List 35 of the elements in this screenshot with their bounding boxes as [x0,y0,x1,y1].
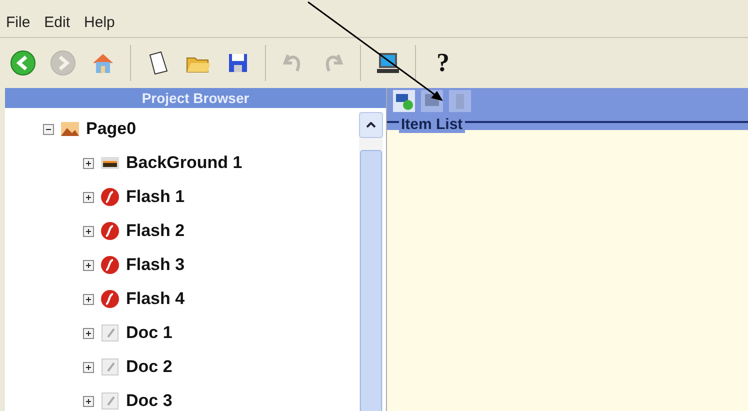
tree-item[interactable]: Flash 2 [126,218,185,244]
caret-icon [366,122,376,128]
menu-item[interactable]: Edit [44,12,70,37]
expand-toggle[interactable] [83,260,94,270]
document-icon [100,356,120,377]
tree-item[interactable]: Flash 1 [126,184,185,210]
group-title: Item List [399,116,465,133]
tree-item[interactable]: Doc 2 [126,354,172,380]
flash-icon [100,288,120,309]
tree-item[interactable]: Flash 4 [126,286,185,312]
scroll-thumb[interactable] [360,150,382,411]
flash-icon [100,254,120,275]
panel-title: Project Browser [5,88,386,108]
flash-icon [100,220,120,241]
expand-toggle[interactable] [83,294,94,304]
tree-item[interactable]: Flash 3 [126,252,185,278]
expand-toggle[interactable] [83,396,94,406]
scrollbar[interactable] [359,112,383,411]
flash-icon [100,186,120,207]
scroll-up-button[interactable] [359,112,383,138]
tree-item[interactable]: Doc 3 [126,388,172,411]
collapse-toggle[interactable] [43,124,54,134]
add-item-button[interactable] [393,90,415,112]
expand-toggle[interactable] [83,226,94,236]
tree-item[interactable]: BackGround 1 [126,150,242,176]
menu-item[interactable]: File [6,12,30,37]
tree-item[interactable]: Page0 [86,116,136,142]
help-button[interactable]: ? [426,46,460,80]
expand-toggle[interactable] [83,158,94,168]
document-icon [100,322,120,343]
expand-toggle[interactable] [83,328,94,338]
expand-toggle[interactable] [83,192,94,202]
menu-item[interactable]: Help [84,12,115,37]
tree-item[interactable]: Doc 1 [126,320,172,346]
expand-toggle[interactable] [83,362,94,372]
